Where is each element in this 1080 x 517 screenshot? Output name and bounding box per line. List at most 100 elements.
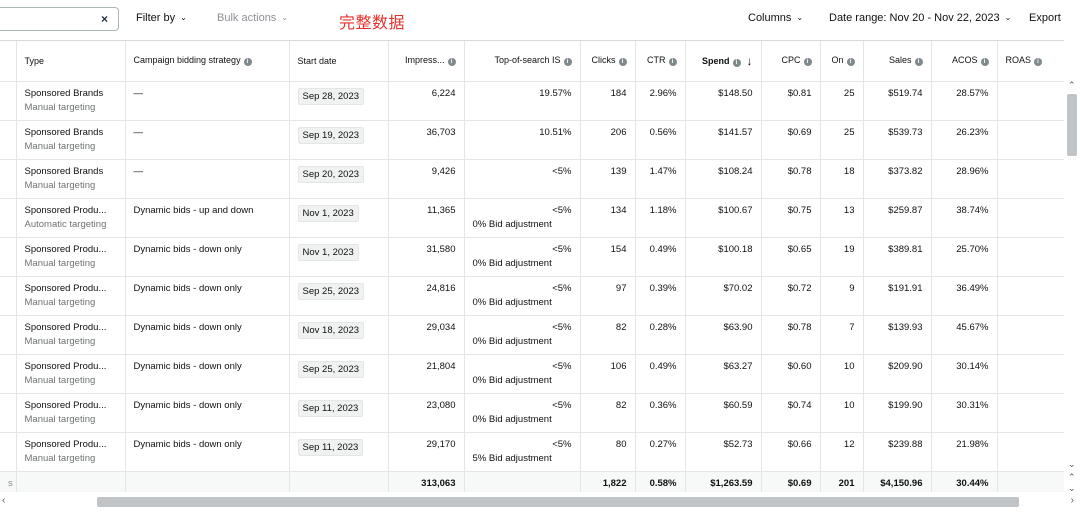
- vertical-scrollbar[interactable]: ⌃ ⌄ ⌃ ⌄: [1064, 80, 1080, 493]
- impressions-cell: 29,034: [388, 315, 465, 355]
- top-of-search-value: 19.57%: [539, 87, 572, 99]
- campaign-type: Sponsored Produ...: [24, 321, 107, 333]
- column-header[interactable]: Impress... i: [388, 41, 465, 82]
- column-header-label: CTR: [647, 55, 666, 66]
- sort-descending-icon[interactable]: ↓: [747, 54, 753, 68]
- info-icon[interactable]: i: [447, 58, 456, 67]
- vertical-scroll-thumb[interactable]: [1067, 94, 1077, 156]
- totals-label-cell: s: [0, 471, 17, 492]
- start-date-value: Nov 18, 2023: [297, 321, 365, 339]
- search-input[interactable]: ×: [0, 7, 119, 31]
- table-row[interactable]: Sponsored Brands Manual targeting — Sep 19,…: [0, 120, 1064, 160]
- info-icon[interactable]: i: [803, 58, 812, 67]
- roas-cell: [997, 432, 1064, 472]
- info-icon[interactable]: i: [980, 58, 989, 67]
- export-button[interactable]: Export: [1029, 12, 1061, 24]
- row-select-cell[interactable]: [0, 354, 17, 394]
- row-select-cell[interactable]: [0, 315, 17, 355]
- columns-dropdown[interactable]: Columns ⌄: [748, 12, 803, 24]
- table-row[interactable]: Sponsored Produ... Manual targeting Dynami…: [0, 276, 1064, 316]
- acos-cell: 28.57%: [931, 81, 998, 121]
- scroll-right-icon[interactable]: ›: [1071, 495, 1074, 506]
- top-of-search-cell: <5% 0% Bid adjustment: [464, 315, 581, 355]
- orders-cell: 12: [820, 432, 864, 472]
- row-select-cell[interactable]: [0, 120, 17, 160]
- column-header[interactable]: ACOS i: [931, 41, 998, 82]
- bulk-actions-dropdown[interactable]: Bulk actions ⌄: [217, 12, 288, 24]
- column-header[interactable]: Clicks i: [580, 41, 636, 82]
- horizontal-scroll-thumb[interactable]: [97, 497, 1019, 507]
- chevron-down-icon: ⌄: [180, 13, 187, 22]
- info-icon[interactable]: i: [846, 58, 855, 67]
- date-range-dropdown[interactable]: Date range: Nov 20 - Nov 22, 2023 ⌄: [829, 12, 1011, 24]
- bid-adjustment: 0% Bid adjustment: [472, 413, 552, 425]
- campaign-type: Sponsored Produ...: [24, 438, 107, 450]
- scroll-left-icon[interactable]: ‹: [2, 495, 5, 506]
- scroll-down-icon[interactable]: ⌄: [1068, 459, 1076, 470]
- cpc-cell: $0.75: [761, 198, 821, 238]
- cpc-cell: $0.74: [761, 393, 821, 433]
- spend-cell: $108.24: [685, 159, 762, 199]
- column-header[interactable]: CPC i: [761, 41, 821, 82]
- scroll-up-icon[interactable]: ⌃: [1068, 472, 1076, 483]
- table-row[interactable]: Sponsored Brands Manual targeting — Sep 20,…: [0, 159, 1064, 199]
- column-header[interactable]: Campaign bidding strategy i: [125, 41, 290, 82]
- table-row[interactable]: Sponsored Produ... Manual targeting Dynami…: [0, 315, 1064, 355]
- table-row[interactable]: Sponsored Produ... Manual targeting Dynami…: [0, 354, 1064, 394]
- column-header[interactable]: CTR i: [635, 41, 686, 82]
- start-date-value: Sep 25, 2023: [297, 360, 365, 378]
- start-date-cell: Nov 1, 2023: [289, 198, 389, 238]
- table-row[interactable]: Sponsored Produ... Manual targeting Dynami…: [0, 393, 1064, 433]
- table-row[interactable]: Sponsored Produ... Automatic targeting Dyn…: [0, 198, 1064, 238]
- row-select-cell[interactable]: [0, 81, 17, 121]
- spend-cell: $52.73: [685, 432, 762, 472]
- table-row[interactable]: Sponsored Produ... Manual targeting Dynami…: [0, 432, 1064, 472]
- sales-cell: $199.90: [863, 393, 932, 433]
- row-select-cell[interactable]: [0, 237, 17, 277]
- info-icon[interactable]: i: [243, 58, 252, 67]
- info-icon[interactable]: i: [1034, 58, 1043, 67]
- start-date-cell: Sep 25, 2023: [289, 276, 389, 316]
- column-header[interactable]: Sales i: [863, 41, 932, 82]
- column-header[interactable]: On i: [820, 41, 864, 82]
- clicks-cell: 134: [580, 198, 636, 238]
- row-select-cell[interactable]: [0, 198, 17, 238]
- top-of-search-cell: <5% 0% Bid adjustment: [464, 237, 581, 277]
- bidding-strategy-cell: Dynamic bids - down only: [125, 276, 290, 316]
- clear-search-icon[interactable]: ×: [101, 12, 108, 26]
- column-header[interactable]: Spend i ↓: [685, 41, 762, 82]
- acos-cell: 38.74%: [931, 198, 998, 238]
- top-of-search-value: 10.51%: [539, 126, 572, 138]
- orders-cell: 13: [820, 198, 864, 238]
- row-select-cell[interactable]: [0, 393, 17, 433]
- info-icon[interactable]: i: [563, 58, 572, 67]
- sales-cell: $389.81: [863, 237, 932, 277]
- table-row[interactable]: Sponsored Brands Manual targeting — Sep 28,…: [0, 81, 1064, 121]
- type-cell: Sponsored Brands Manual targeting: [16, 81, 126, 121]
- column-header[interactable]: Top-of-search IS i: [464, 41, 581, 82]
- row-select-cell[interactable]: [0, 159, 17, 199]
- scroll-up-icon[interactable]: ⌃: [1068, 80, 1076, 91]
- top-of-search-cell: 19.57%: [464, 81, 581, 121]
- sales-cell: $191.91: [863, 276, 932, 316]
- row-select-cell[interactable]: [0, 432, 17, 472]
- start-date-cell: Sep 20, 2023: [289, 159, 389, 199]
- info-icon[interactable]: i: [914, 58, 923, 67]
- filter-by-dropdown[interactable]: Filter by ⌄: [136, 12, 187, 24]
- campaign-type: Sponsored Produ...: [24, 399, 107, 411]
- impressions-cell: 31,580: [388, 237, 465, 277]
- info-icon[interactable]: i: [668, 58, 677, 67]
- info-icon[interactable]: i: [732, 58, 741, 67]
- info-icon[interactable]: i: [618, 58, 627, 67]
- column-header[interactable]: ROAS i: [997, 41, 1064, 82]
- column-header[interactable]: Type: [16, 41, 126, 82]
- spend-cell: $148.50: [685, 81, 762, 121]
- column-header: [0, 41, 17, 82]
- column-header[interactable]: Start date: [289, 41, 389, 82]
- row-select-cell[interactable]: [0, 276, 17, 316]
- roas-cell: [997, 393, 1064, 433]
- horizontal-scrollbar[interactable]: ‹ ›: [0, 493, 1080, 517]
- campaign-type: Sponsored Produ...: [24, 243, 107, 255]
- table-row[interactable]: Sponsored Produ... Manual targeting Dynami…: [0, 237, 1064, 277]
- column-header-label: ROAS: [1005, 55, 1032, 66]
